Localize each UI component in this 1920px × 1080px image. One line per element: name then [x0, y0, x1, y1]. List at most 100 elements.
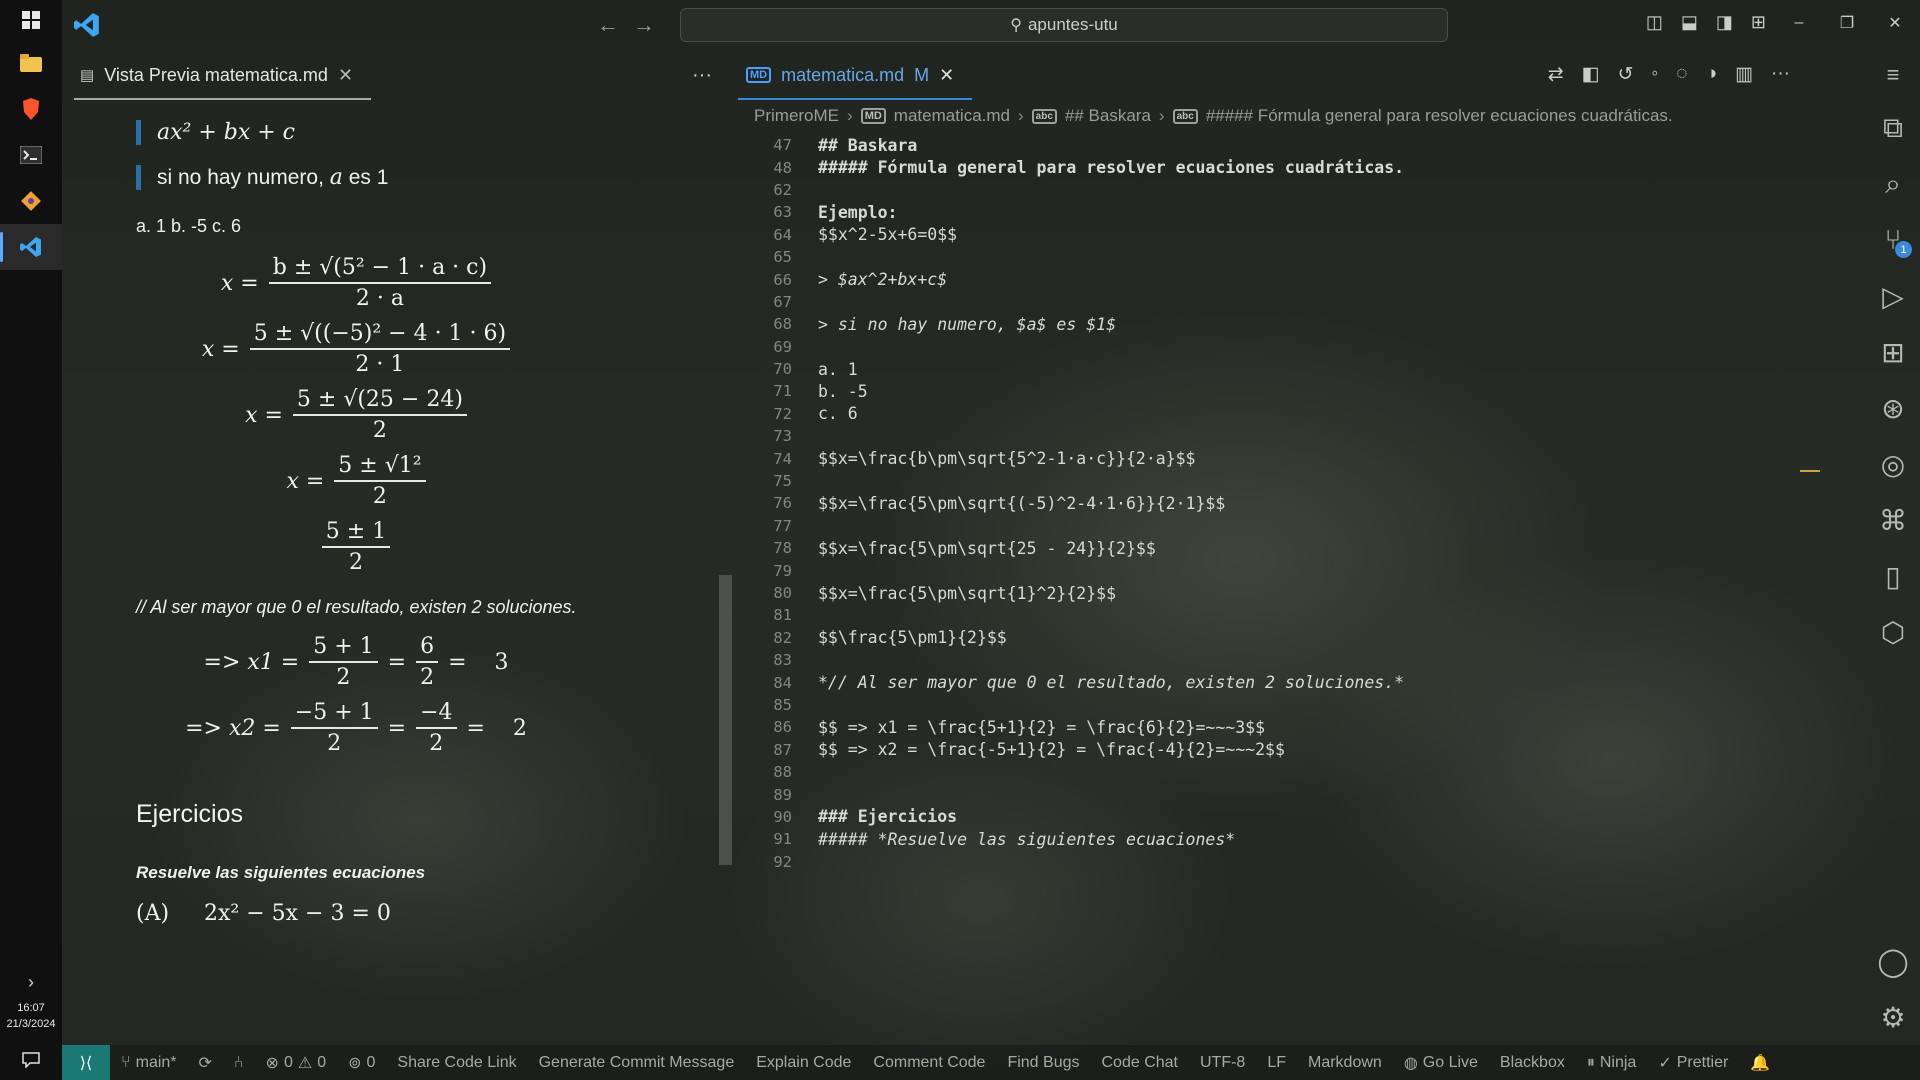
- more-actions-icon[interactable]: ···: [1771, 63, 1790, 86]
- explain-code[interactable]: Explain Code: [745, 1054, 862, 1072]
- live-share-icon[interactable]: ⬡: [1866, 604, 1920, 660]
- compare-changes-icon[interactable]: ⇄: [1548, 63, 1564, 86]
- branch-indicator[interactable]: ⑂ main*: [110, 1054, 188, 1072]
- open-preview-side-icon[interactable]: ◧: [1582, 63, 1600, 86]
- code-line[interactable]: 81: [732, 604, 1792, 626]
- code-line[interactable]: 67: [732, 291, 1792, 313]
- problems-indicator[interactable]: ⊗ 0 ⚠ 0: [255, 1053, 338, 1073]
- gear-icon[interactable]: ⚙: [1866, 989, 1920, 1045]
- bell-icon[interactable]: 🔔: [1739, 1053, 1781, 1073]
- source-control-icon[interactable]: ⑂ 1: [1866, 212, 1920, 268]
- code-chat[interactable]: Code Chat: [1091, 1054, 1190, 1072]
- encoding-indicator[interactable]: UTF-8: [1189, 1054, 1256, 1072]
- minimize-icon[interactable]: –: [1784, 14, 1814, 32]
- code-line[interactable]: 85: [732, 694, 1792, 716]
- terminal-icon[interactable]: [0, 132, 62, 178]
- command-center-search[interactable]: ⚲ apuntes-utu: [680, 8, 1448, 42]
- clock[interactable]: 16:07 21/3/2024: [7, 1000, 56, 1032]
- device-icon[interactable]: ▯: [1866, 548, 1920, 604]
- previous-change-icon[interactable]: ◦: [1652, 63, 1659, 86]
- notification-icon[interactable]: [0, 1040, 62, 1080]
- code-line[interactable]: 79: [732, 559, 1792, 581]
- eol-indicator[interactable]: LF: [1256, 1054, 1297, 1072]
- language-mode[interactable]: Markdown: [1297, 1054, 1393, 1072]
- customize-layout-icon[interactable]: ⊞: [1751, 12, 1766, 33]
- brave-browser-icon[interactable]: [0, 86, 62, 132]
- sync-icon[interactable]: ⟳: [188, 1053, 223, 1073]
- split-editor-icon[interactable]: ▥: [1735, 63, 1753, 86]
- find-bugs[interactable]: Find Bugs: [996, 1054, 1090, 1072]
- forward-arrow-icon[interactable]: →: [633, 12, 669, 37]
- breadcrumb-section[interactable]: ## Baskara: [1065, 106, 1151, 126]
- code-line[interactable]: 89: [732, 783, 1792, 805]
- account-icon[interactable]: ◯: [1866, 933, 1920, 989]
- code-line[interactable]: 87 $$ => x2 = \frac{-5+1}{2} = \frac{-4}{…: [732, 739, 1792, 761]
- blackbox-button[interactable]: Blackbox: [1489, 1054, 1576, 1072]
- command-shortcut-icon[interactable]: ⌘: [1866, 492, 1920, 548]
- code-line[interactable]: 88: [732, 761, 1792, 783]
- menu-icon[interactable]: ≡: [1866, 50, 1920, 100]
- code-line[interactable]: 83: [732, 649, 1792, 671]
- go-live-button[interactable]: ◍ Go Live: [1393, 1053, 1489, 1073]
- code-line[interactable]: 66 > $ax^2+bx+c$: [732, 268, 1792, 290]
- revert-changes-icon[interactable]: ↺: [1618, 63, 1634, 86]
- code-line[interactable]: 73: [732, 425, 1792, 447]
- code-line[interactable]: 75: [732, 470, 1792, 492]
- run-debug-icon[interactable]: ▷: [1866, 268, 1920, 324]
- code-area[interactable]: 47 ## Baskara 48 ##### Fórmula general para…: [732, 134, 1792, 873]
- code-line[interactable]: 86 $$ => x1 = \frac{5+1}{2} = \frac{6}{2}…: [732, 716, 1792, 738]
- vscode-taskbar-icon[interactable]: [0, 224, 62, 270]
- generate-commit-message[interactable]: Generate Commit Message: [528, 1054, 746, 1072]
- git-graph-icon[interactable]: ⊛: [1866, 380, 1920, 436]
- more-actions-icon[interactable]: ···: [692, 64, 712, 87]
- code-line[interactable]: 65: [732, 246, 1792, 268]
- code-line[interactable]: 62: [732, 179, 1792, 201]
- ports-indicator[interactable]: ⊚ 0: [337, 1053, 386, 1073]
- toggle-primary-sidebar-icon[interactable]: ◫: [1646, 12, 1663, 33]
- code-line[interactable]: 76 $$x=\frac{5\pm\sqrt{(-5)^2-4·1·6}}{2·1…: [732, 492, 1792, 514]
- tab-matematica-md[interactable]: MD matematica.md M ✕: [732, 50, 973, 100]
- prettier-button[interactable]: ✓ Prettier: [1647, 1053, 1739, 1073]
- code-line[interactable]: 72 c. 6: [732, 403, 1792, 425]
- close-tab-icon[interactable]: ✕: [939, 65, 954, 86]
- code-line[interactable]: 80 $$x=\frac{5\pm\sqrt{1}^2}{2}$$: [732, 582, 1792, 604]
- next-change-icon[interactable]: ◌: [1676, 63, 1687, 86]
- code-line[interactable]: 47 ## Baskara: [732, 134, 1792, 156]
- ninja-button[interactable]: ⏸ Ninja: [1576, 1054, 1647, 1072]
- code-line[interactable]: 84 *// Al ser mayor que 0 el resultado, e…: [732, 671, 1792, 693]
- code-line[interactable]: 92: [732, 851, 1792, 873]
- tab-preview[interactable]: ▤ Vista Previa matematica.md ✕: [62, 50, 372, 100]
- toggle-secondary-sidebar-icon[interactable]: ◨: [1716, 12, 1733, 33]
- code-line[interactable]: 82 $$\frac{5\pm1}{2}$$: [732, 627, 1792, 649]
- close-window-icon[interactable]: ✕: [1880, 13, 1910, 33]
- breadcrumb-subsection[interactable]: ##### Fórmula general para resolver ecua…: [1206, 106, 1673, 126]
- back-arrow-icon[interactable]: ←: [597, 12, 633, 37]
- code-line[interactable]: 90 ### Ejercicios: [732, 806, 1792, 828]
- code-line[interactable]: 77: [732, 515, 1792, 537]
- search-icon[interactable]: ⌕: [1866, 156, 1920, 212]
- close-tab-icon[interactable]: ✕: [338, 65, 353, 86]
- code-line[interactable]: 70 a. 1: [732, 358, 1792, 380]
- code-line[interactable]: 71 b. -5: [732, 380, 1792, 402]
- preview-scrollbar[interactable]: [719, 575, 732, 865]
- breadcrumb-folder[interactable]: PrimeroME: [754, 106, 839, 126]
- file-explorer-icon[interactable]: [0, 40, 62, 86]
- code-line[interactable]: 64 $$x^2-5x+6=0$$: [732, 224, 1792, 246]
- code-line[interactable]: 48 ##### Fórmula general para resolver ec…: [732, 156, 1792, 178]
- code-line[interactable]: 63 Ejemplo:: [732, 201, 1792, 223]
- explorer-icon[interactable]: ⧉: [1866, 100, 1920, 156]
- timeline-icon[interactable]: ◑: [1706, 63, 1717, 86]
- code-line[interactable]: 91 ##### *Resuelve las siguientes ecuacio…: [732, 828, 1792, 850]
- share-code-link[interactable]: Share Code Link: [386, 1054, 527, 1072]
- code-line[interactable]: 74 $$x=\frac{b\pm\sqrt{5^2-1·a·c}}{2·a}$$: [732, 447, 1792, 469]
- extensions-icon[interactable]: ⊞: [1866, 324, 1920, 380]
- code-line[interactable]: 78 $$x=\frac{5\pm\sqrt{25 - 24}}{2}$$: [732, 537, 1792, 559]
- remote-explorer-icon[interactable]: ◎: [1866, 436, 1920, 492]
- git-app-icon[interactable]: [0, 178, 62, 224]
- comment-code[interactable]: Comment Code: [862, 1054, 996, 1072]
- restore-icon[interactable]: ❐: [1832, 13, 1862, 33]
- windows-start-icon[interactable]: [0, 0, 62, 40]
- git-graph-status-icon[interactable]: ⑃: [223, 1054, 255, 1072]
- remote-indicator[interactable]: ⟩⟨: [62, 1045, 110, 1080]
- code-line[interactable]: 69: [732, 336, 1792, 358]
